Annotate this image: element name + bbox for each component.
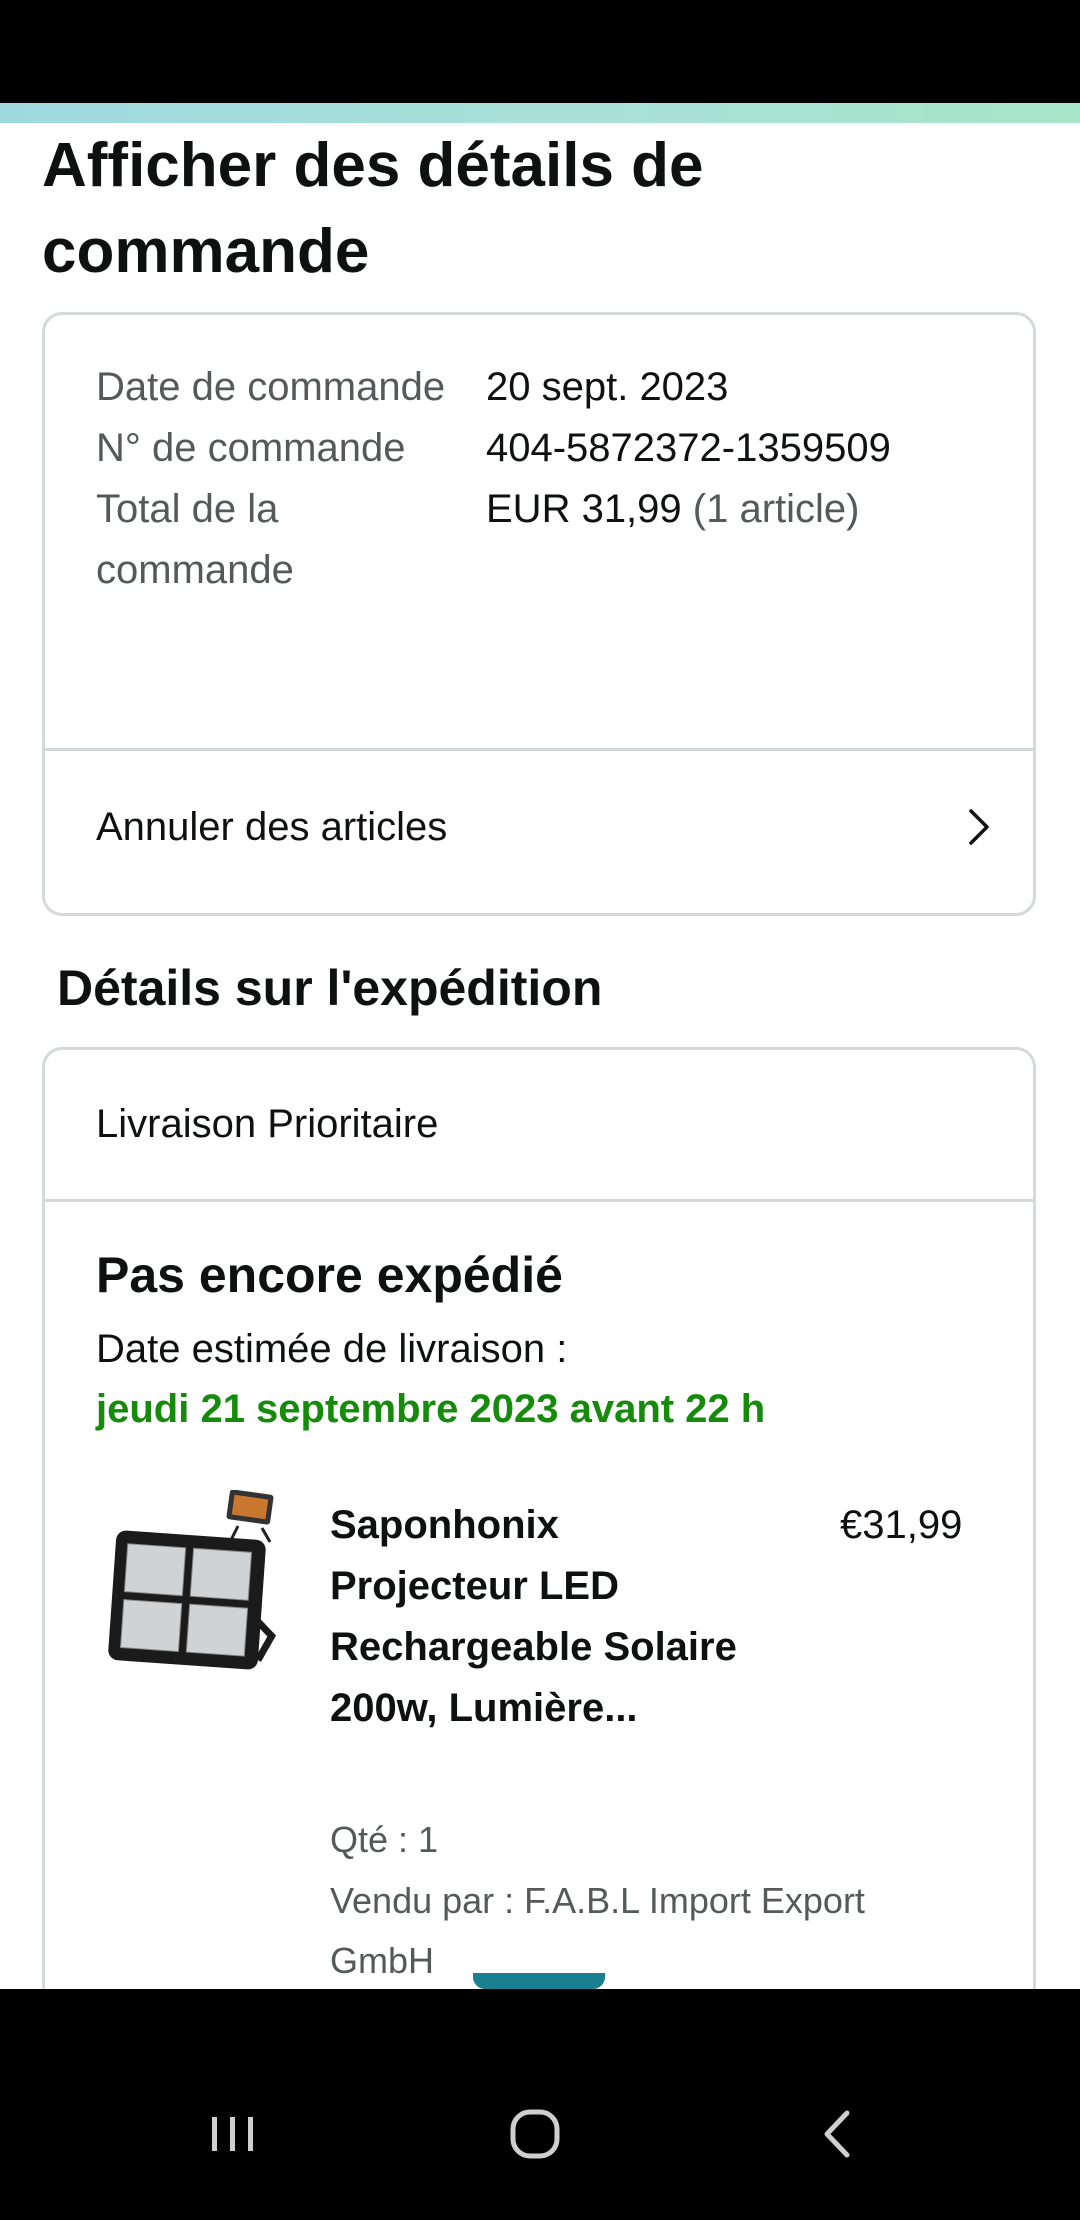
home-icon[interactable] [500, 2099, 570, 2169]
summary-row-total: Total de la commande EUR 31,99 (1 articl… [96, 479, 996, 601]
estimated-delivery-label: Date estimée de livraison : [96, 1327, 568, 1371]
android-nav-bar [0, 1989, 1080, 2220]
summary-label: Date de commande [96, 365, 446, 409]
product-price: €31,99 [840, 1503, 963, 1547]
summary-row-date: Date de commande 20 sept. 2023 [96, 357, 996, 418]
chevron-right-icon [969, 809, 989, 845]
order-total-value: EUR 31,99 (1 article) [486, 479, 860, 601]
order-total-amount: EUR 31,99 [486, 487, 682, 531]
product-title-link[interactable]: Saponhonix Projecteur LED Rechargeable S… [330, 1495, 750, 1739]
recent-apps-icon[interactable] [198, 2099, 268, 2169]
page-title: Afficher des détails de commande [42, 131, 704, 286]
header-accent-strip [0, 103, 1080, 123]
estimated-delivery-date: jeudi 21 septembre 2023 avant 22 h [96, 1387, 766, 1431]
cancel-items-row[interactable]: Annuler des articles [45, 751, 1033, 905]
scroll-indicator [473, 1973, 605, 1989]
cancel-items-label: Annuler des articles [96, 805, 448, 849]
order-summary-grid: Date de commande 20 sept. 2023 N° de com… [96, 357, 996, 601]
divider [45, 1199, 1033, 1202]
product-image[interactable] [102, 1490, 282, 1680]
order-number-value: 404-5872372-1359509 [486, 426, 891, 470]
order-item-count: (1 article) [692, 487, 860, 531]
summary-row-number: N° de commande 404-5872372-1359509 [96, 418, 996, 479]
shipping-section-title: Détails sur l'expédition [57, 960, 603, 1016]
shipping-method: Livraison Prioritaire [96, 1102, 439, 1146]
back-icon[interactable] [803, 2099, 873, 2169]
product-quantity: Qté : 1 [330, 1819, 439, 1860]
order-date-value: 20 sept. 2023 [486, 365, 729, 409]
order-summary-card: Date de commande 20 sept. 2023 N° de com… [42, 312, 1036, 916]
order-details-page: Afficher des détails de commande Date de… [0, 123, 1080, 1989]
summary-label: N° de commande [96, 426, 406, 470]
product-seller: Vendu par : F.A.B.L Import Export GmbH [330, 1880, 865, 1981]
status-bar [0, 0, 1080, 103]
shipment-status: Pas encore expédié [96, 1247, 563, 1303]
shipping-card: Livraison Prioritaire Pas encore expédié… [42, 1047, 1036, 1989]
summary-label: Total de la commande [96, 487, 294, 592]
